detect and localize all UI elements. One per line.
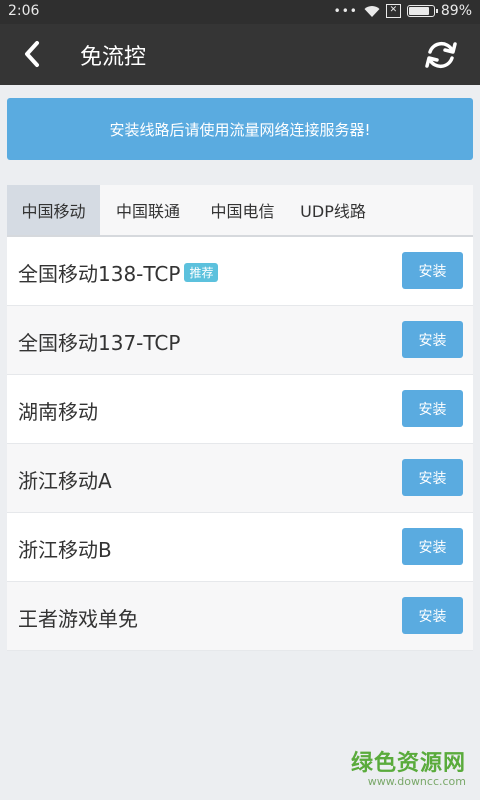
tab-china-telecom[interactable]: 中国电信 xyxy=(196,185,289,235)
watermark-url: www.downcc.com xyxy=(367,775,466,788)
battery-icon xyxy=(406,5,438,17)
install-button[interactable]: 安装 xyxy=(402,321,463,358)
list-item: 浙江移动B 安装 xyxy=(7,513,473,582)
battery-percent: 89% xyxy=(440,3,472,19)
list-item: 王者游戏单免 安装 xyxy=(7,582,473,651)
list-item: 浙江移动A 安装 xyxy=(7,444,473,513)
list-item: 全国移动137-TCP 安装 xyxy=(7,306,473,375)
tab-china-unicom[interactable]: 中国联通 xyxy=(100,185,196,235)
list-item: 全国移动138-TCP 推荐 安装 xyxy=(7,237,473,306)
app-bar: 免流控 xyxy=(0,24,480,85)
route-name: 王者游戏单免 xyxy=(18,607,138,631)
info-banner: 安装线路后请使用流量网络连接服务器! xyxy=(7,98,473,160)
install-button[interactable]: 安装 xyxy=(402,528,463,565)
battery-fill xyxy=(408,7,430,15)
route-name: 湖南移动 xyxy=(18,400,98,424)
route-name: 浙江移动B xyxy=(18,538,112,562)
tab-label: 中国移动 xyxy=(21,202,86,221)
watermark-logo: 绿色资源网 xyxy=(350,751,466,776)
no-sim-icon: ✕ xyxy=(385,4,401,18)
tab-china-mobile[interactable]: 中国移动 xyxy=(7,185,100,235)
recommend-badge: 推荐 xyxy=(184,263,219,282)
carrier-tabs: 中国移动 中国联通 中国电信 UDP线路 xyxy=(7,185,473,237)
banner-text: 安装线路后请使用流量网络连接服务器! xyxy=(109,120,371,139)
list-item: 湖南移动 安装 xyxy=(7,375,473,444)
install-button[interactable]: 安装 xyxy=(402,459,463,496)
wifi-icon xyxy=(364,5,380,17)
page-title: 免流控 xyxy=(80,45,147,70)
route-name-text: 全国移动138-TCP xyxy=(18,262,181,286)
install-button[interactable]: 安装 xyxy=(402,597,463,634)
route-name: 全国移动137-TCP xyxy=(18,331,181,355)
route-name: 浙江移动A xyxy=(18,469,112,493)
route-list: 全国移动138-TCP 推荐 安装 全国移动137-TCP 安装 湖南移动 安装 … xyxy=(7,237,473,651)
route-name: 全国移动138-TCP 推荐 xyxy=(18,258,219,287)
install-button[interactable]: 安装 xyxy=(402,252,463,289)
tab-label: UDP线路 xyxy=(300,202,366,221)
status-bar: 2:06 ••• ✕ 89% xyxy=(0,0,480,24)
refresh-icon[interactable] xyxy=(422,36,460,74)
install-button[interactable]: 安装 xyxy=(402,390,463,427)
status-time: 2:06 xyxy=(8,3,40,19)
tab-label: 中国电信 xyxy=(210,202,275,221)
status-icons: ••• ✕ 89% xyxy=(334,3,472,19)
back-arrow-icon[interactable] xyxy=(18,39,48,69)
watermark: 绿色资源网 www.downcc.com xyxy=(351,745,466,788)
notification-dots: ••• xyxy=(333,4,358,18)
tab-udp[interactable]: UDP线路 xyxy=(289,185,377,235)
tab-label: 中国联通 xyxy=(115,202,180,221)
